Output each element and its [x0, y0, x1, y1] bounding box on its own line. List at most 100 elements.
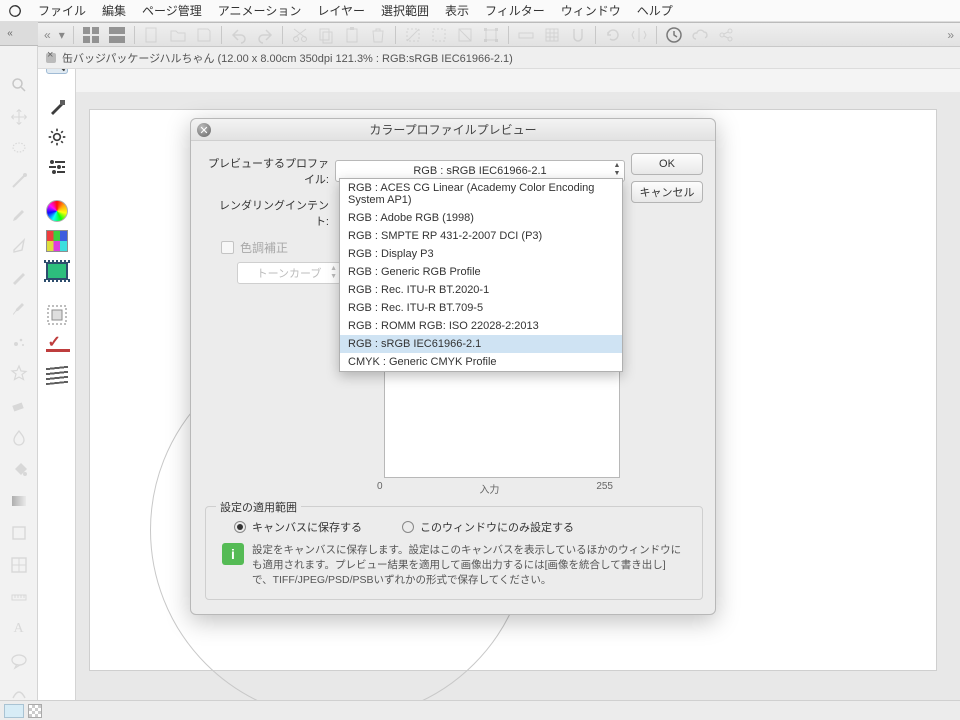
shape-tool-icon[interactable] — [8, 522, 30, 544]
color-wheel-icon[interactable] — [46, 200, 68, 222]
radio-window-only[interactable]: このウィンドウにのみ設定する — [402, 519, 574, 535]
brush-tool-icon[interactable] — [8, 298, 30, 320]
blend-tool-icon[interactable] — [8, 426, 30, 448]
profile-option[interactable]: RGB : Rec. ITU-R BT.709-5 — [340, 299, 622, 317]
select-all-icon[interactable] — [430, 26, 448, 44]
redo-icon[interactable] — [256, 26, 274, 44]
gradient-tool-icon[interactable] — [8, 490, 30, 512]
fill-tool-icon[interactable] — [8, 458, 30, 480]
menu-layer[interactable]: レイヤー — [317, 2, 365, 19]
cancel-button[interactable]: キャンセル — [631, 181, 703, 203]
open-icon[interactable] — [169, 26, 187, 44]
cut-icon[interactable] — [291, 26, 309, 44]
chevron-left-icon[interactable]: « — [44, 28, 51, 42]
grid-4-icon[interactable] — [82, 26, 100, 44]
profile-option[interactable]: RGB : Display P3 — [340, 245, 622, 263]
zoom-tool-icon[interactable] — [8, 74, 30, 96]
menu-file[interactable]: ファイル — [38, 2, 86, 19]
new-doc-icon[interactable] — [143, 26, 161, 44]
chevron-down-icon[interactable]: ▾ — [59, 28, 65, 42]
tool-column-sub — [38, 46, 76, 720]
dialog-titlebar: ✕ カラープロファイルプレビュー — [191, 119, 715, 141]
profile-option[interactable]: CMYK : Generic CMYK Profile — [340, 353, 622, 371]
snap-icon[interactable] — [569, 26, 587, 44]
apply-scope-legend: 設定の適用範囲 — [216, 499, 301, 515]
profile-option[interactable]: RGB : sRGB IEC61966-2.1 — [340, 335, 622, 353]
profile-dropdown-list[interactable]: RGB : ACES CG Linear (Academy Color Enco… — [339, 178, 623, 372]
grid-2-icon[interactable] — [108, 26, 126, 44]
close-tab-icon[interactable] — [46, 53, 56, 63]
delete-icon[interactable] — [369, 26, 387, 44]
profile-option[interactable]: RGB : ROMM RGB: ISO 22028-2:2013 — [340, 317, 622, 335]
fg-color-chip[interactable] — [4, 704, 24, 718]
color-swatch-icon[interactable] — [46, 230, 68, 252]
menu-window[interactable]: ウィンドウ — [561, 2, 621, 19]
profile-combo-value: RGB : sRGB IEC61966-2.1 — [413, 165, 546, 177]
chart-xlabel: 入力 — [479, 481, 499, 496]
menu-selection[interactable]: 選択範囲 — [381, 2, 429, 19]
eraser-tool-icon[interactable] — [8, 394, 30, 416]
menu-animation[interactable]: アニメーション — [218, 2, 302, 19]
menu-help[interactable]: ヘルプ — [637, 2, 673, 19]
subtool-sliders-icon[interactable] — [46, 156, 68, 178]
deselect-icon[interactable] — [404, 26, 422, 44]
transparency-chip[interactable] — [28, 704, 42, 718]
airbrush-tool-icon[interactable] — [8, 330, 30, 352]
ruler-h-icon[interactable] — [517, 26, 535, 44]
copy-icon[interactable] — [317, 26, 335, 44]
subtool-gear-icon[interactable] — [46, 126, 68, 148]
info-text: 設定をキャンバスに保存します。設定はこのキャンバスを表示しているほかのウィンドウ… — [252, 543, 686, 589]
tone-correction-label: 色調補正 — [240, 239, 288, 256]
menu-page[interactable]: ページ管理 — [142, 2, 202, 19]
menu-edit[interactable]: 編集 — [102, 2, 126, 19]
undo-icon[interactable] — [230, 26, 248, 44]
rotate-icon[interactable] — [604, 26, 622, 44]
profile-option[interactable]: RGB : Adobe RGB (1998) — [340, 209, 622, 227]
tone-lines-icon[interactable] — [46, 364, 68, 386]
invert-icon[interactable] — [456, 26, 474, 44]
menu-filter[interactable]: フィルター — [485, 2, 545, 19]
frame-tool-icon[interactable] — [8, 554, 30, 576]
pencil-tool-icon[interactable] — [8, 266, 30, 288]
radio-save-to-canvas[interactable]: キャンバスに保存する — [234, 519, 362, 535]
balloon-tool-icon[interactable] — [8, 650, 30, 672]
document-tab-bar: 缶バッジパッケージハルちゃん (12.00 x 8.00cm 350dpi 12… — [38, 47, 960, 69]
text-tool-icon[interactable]: A — [8, 618, 30, 640]
profile-option[interactable]: RGB : SMPTE RP 431-2-2007 DCI (P3) — [340, 227, 622, 245]
info-icon: i — [222, 543, 244, 565]
timeline-frame-icon[interactable] — [46, 260, 68, 282]
layer-bounds-icon[interactable] — [46, 304, 68, 326]
grid-icon[interactable] — [543, 26, 561, 44]
radio-dot-on-icon — [234, 521, 246, 533]
chevron-right-icon[interactable]: » — [947, 28, 954, 42]
save-icon[interactable] — [195, 26, 213, 44]
move-tool-icon[interactable] — [8, 106, 30, 128]
apply-scope-group: 設定の適用範囲 キャンバスに保存する このウィンドウにのみ設定する i 設定をキ… — [205, 506, 703, 600]
decoration-tool-icon[interactable] — [8, 362, 30, 384]
menu-bar: ファイル 編集 ページ管理 アニメーション レイヤー 選択範囲 表示 フィルター… — [0, 0, 960, 22]
ruler-tool-icon[interactable] — [8, 586, 30, 608]
wand-tool-icon[interactable] — [8, 170, 30, 192]
profile-option[interactable]: RGB : Rec. ITU-R BT.2020-1 — [340, 281, 622, 299]
pen-tool-icon[interactable] — [8, 234, 30, 256]
transform-icon[interactable] — [482, 26, 500, 44]
close-icon[interactable]: ✕ — [197, 123, 211, 137]
paste-icon[interactable] — [343, 26, 361, 44]
tone-correction-checkbox[interactable] — [221, 241, 234, 254]
assist-icon[interactable] — [665, 26, 683, 44]
subtool-brush-icon[interactable] — [46, 96, 68, 118]
lasso-tool-icon[interactable] — [8, 138, 30, 160]
apply-check-icon[interactable] — [46, 334, 68, 356]
flip-h-icon[interactable] — [630, 26, 648, 44]
ok-button[interactable]: OK — [631, 153, 703, 175]
share-icon[interactable] — [717, 26, 735, 44]
cloud-icon[interactable] — [691, 26, 709, 44]
dialog-title: カラープロファイルプレビュー — [369, 121, 536, 138]
menu-view[interactable]: 表示 — [445, 2, 469, 19]
combo-stepper[interactable]: ▲▼ — [611, 162, 623, 178]
chevron-left-icon[interactable]: « — [0, 28, 20, 39]
profile-option[interactable]: RGB : ACES CG Linear (Academy Color Enco… — [340, 179, 622, 209]
profile-option[interactable]: RGB : Generic RGB Profile — [340, 263, 622, 281]
chart-xmax: 255 — [596, 481, 613, 496]
eyedropper-tool-icon[interactable] — [8, 202, 30, 224]
